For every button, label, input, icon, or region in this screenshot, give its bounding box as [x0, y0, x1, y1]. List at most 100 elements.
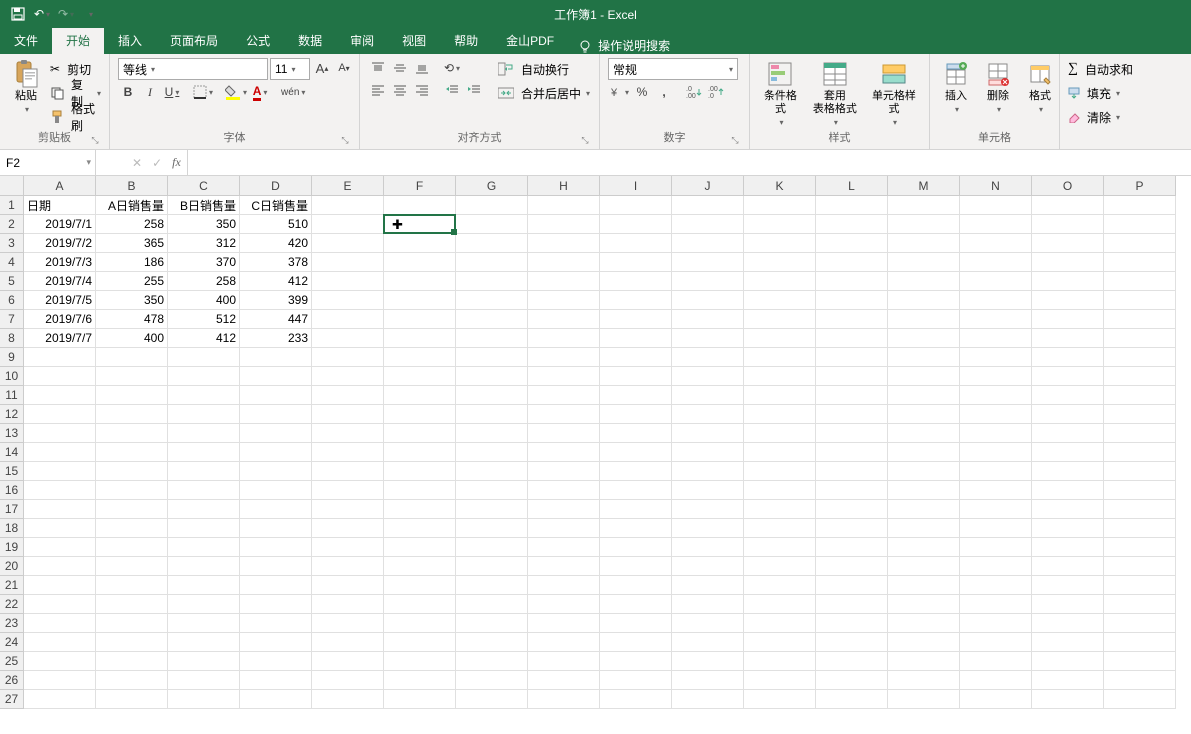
cell[interactable] — [1104, 405, 1176, 424]
cell[interactable] — [1104, 595, 1176, 614]
cell[interactable] — [888, 310, 960, 329]
cell[interactable] — [312, 348, 384, 367]
cell[interactable] — [600, 519, 672, 538]
cell[interactable] — [744, 538, 816, 557]
cell[interactable] — [1032, 614, 1104, 633]
cell[interactable] — [960, 576, 1032, 595]
cell[interactable] — [528, 329, 600, 348]
tell-me-search[interactable]: 操作说明搜索 — [568, 37, 680, 54]
cell[interactable] — [456, 481, 528, 500]
cell[interactable]: 2019/7/6 — [24, 310, 96, 329]
cell[interactable] — [168, 595, 240, 614]
cell[interactable]: 2019/7/2 — [24, 234, 96, 253]
cell[interactable] — [24, 424, 96, 443]
paste-button[interactable]: 粘贴 ▾ — [8, 58, 44, 116]
tab-jspdf[interactable]: 金山PDF — [492, 27, 568, 54]
cell[interactable] — [672, 481, 744, 500]
dialog-launcher-icon[interactable]: ⤡ — [339, 135, 351, 147]
row-headers[interactable]: 1234567891011121314151617181920212223242… — [0, 196, 24, 709]
column-header[interactable]: P — [1104, 176, 1176, 196]
decrease-decimal-icon[interactable]: .00.0 — [706, 82, 726, 102]
cell[interactable] — [456, 443, 528, 462]
tab-page-layout[interactable]: 页面布局 — [156, 27, 232, 54]
cell[interactable] — [312, 215, 384, 234]
cell[interactable] — [600, 614, 672, 633]
cell[interactable] — [600, 310, 672, 329]
cell[interactable] — [96, 462, 168, 481]
cell[interactable] — [600, 234, 672, 253]
cell[interactable] — [24, 481, 96, 500]
cell[interactable] — [1032, 633, 1104, 652]
cell[interactable] — [456, 576, 528, 595]
cell[interactable] — [1032, 424, 1104, 443]
cell[interactable] — [384, 253, 456, 272]
cell[interactable] — [1032, 253, 1104, 272]
cell[interactable] — [888, 443, 960, 462]
column-header[interactable]: L — [816, 176, 888, 196]
align-bottom-icon[interactable] — [412, 58, 432, 78]
cell[interactable] — [600, 557, 672, 576]
cell[interactable] — [816, 405, 888, 424]
cell[interactable]: 512 — [168, 310, 240, 329]
cell[interactable] — [96, 538, 168, 557]
cell[interactable]: B日销售量 — [168, 196, 240, 215]
cell[interactable] — [672, 196, 744, 215]
cell[interactable] — [240, 405, 312, 424]
cell[interactable] — [384, 443, 456, 462]
cell[interactable] — [888, 329, 960, 348]
column-headers[interactable]: ABCDEFGHIJKLMNOP — [24, 176, 1176, 196]
cell[interactable] — [456, 633, 528, 652]
cell[interactable] — [1104, 443, 1176, 462]
cell[interactable] — [384, 329, 456, 348]
cell[interactable] — [744, 215, 816, 234]
cell[interactable] — [672, 405, 744, 424]
cell[interactable] — [456, 291, 528, 310]
comma-format-icon[interactable]: , — [654, 82, 674, 102]
cell[interactable] — [528, 405, 600, 424]
cell[interactable] — [888, 576, 960, 595]
cell[interactable] — [744, 652, 816, 671]
dialog-launcher-icon[interactable]: ⤡ — [89, 135, 101, 147]
cell[interactable] — [168, 405, 240, 424]
cell[interactable] — [24, 405, 96, 424]
cell[interactable] — [528, 595, 600, 614]
cell[interactable]: 350 — [96, 291, 168, 310]
cell[interactable] — [600, 652, 672, 671]
cell[interactable] — [816, 329, 888, 348]
cell[interactable] — [456, 538, 528, 557]
cell[interactable] — [528, 576, 600, 595]
row-header[interactable]: 23 — [0, 614, 24, 633]
cell[interactable]: 2019/7/5 — [24, 291, 96, 310]
percent-format-icon[interactable]: % — [632, 82, 652, 102]
cell[interactable] — [672, 291, 744, 310]
cell[interactable] — [456, 614, 528, 633]
cell[interactable] — [888, 196, 960, 215]
cell[interactable] — [1032, 272, 1104, 291]
align-center-icon[interactable] — [390, 80, 410, 100]
cell[interactable] — [1104, 367, 1176, 386]
merge-center-button[interactable]: 合并后居中▾ — [498, 82, 590, 104]
enter-icon[interactable]: ✓ — [152, 156, 162, 170]
cell[interactable]: 255 — [96, 272, 168, 291]
cell[interactable] — [1032, 481, 1104, 500]
cell[interactable] — [1032, 196, 1104, 215]
cell[interactable] — [240, 424, 312, 443]
cell[interactable] — [1032, 652, 1104, 671]
cell[interactable] — [1032, 215, 1104, 234]
cell[interactable]: 478 — [96, 310, 168, 329]
formula-input[interactable] — [188, 150, 1191, 175]
qat-customize-icon[interactable]: ▾ — [80, 4, 100, 24]
column-header[interactable]: D — [240, 176, 312, 196]
cell[interactable] — [96, 443, 168, 462]
accounting-format-icon[interactable]: ¥▾ — [608, 82, 630, 102]
tab-file[interactable]: 文件 — [0, 27, 52, 54]
cell[interactable] — [96, 633, 168, 652]
cell[interactable] — [600, 348, 672, 367]
cell[interactable] — [168, 386, 240, 405]
cell[interactable] — [816, 234, 888, 253]
column-header[interactable]: F — [384, 176, 456, 196]
cell[interactable] — [672, 538, 744, 557]
cell[interactable] — [600, 481, 672, 500]
cell[interactable] — [240, 386, 312, 405]
cell[interactable] — [528, 519, 600, 538]
